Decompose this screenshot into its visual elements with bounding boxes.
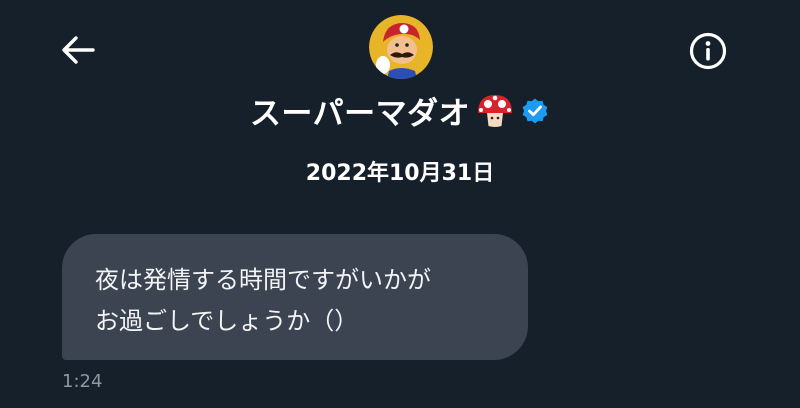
verified-badge-icon	[522, 98, 548, 123]
message-text-line: お過ごしでしょうか（）	[95, 307, 359, 335]
avatar-image	[369, 15, 433, 79]
back-button[interactable]	[56, 28, 100, 72]
avatar[interactable]	[369, 15, 433, 79]
message-timestamp: 1:24	[62, 371, 103, 392]
message-bubble[interactable]: 夜は発情する時間ですがいかが お過ごしでしょうか（）	[62, 234, 528, 360]
mushroom-emoji	[478, 94, 513, 127]
conversation-info-button[interactable]	[684, 27, 732, 75]
conversation-date: 2022年10月31日	[305, 161, 495, 186]
message-text-line: 夜は発情する時間ですがいかが	[95, 266, 431, 294]
arrow-left-icon	[62, 36, 95, 64]
info-circle-icon	[689, 32, 727, 70]
profile-name-row: スーパーマダオ	[0, 88, 800, 133]
display-name: スーパーマダオ	[249, 96, 471, 132]
